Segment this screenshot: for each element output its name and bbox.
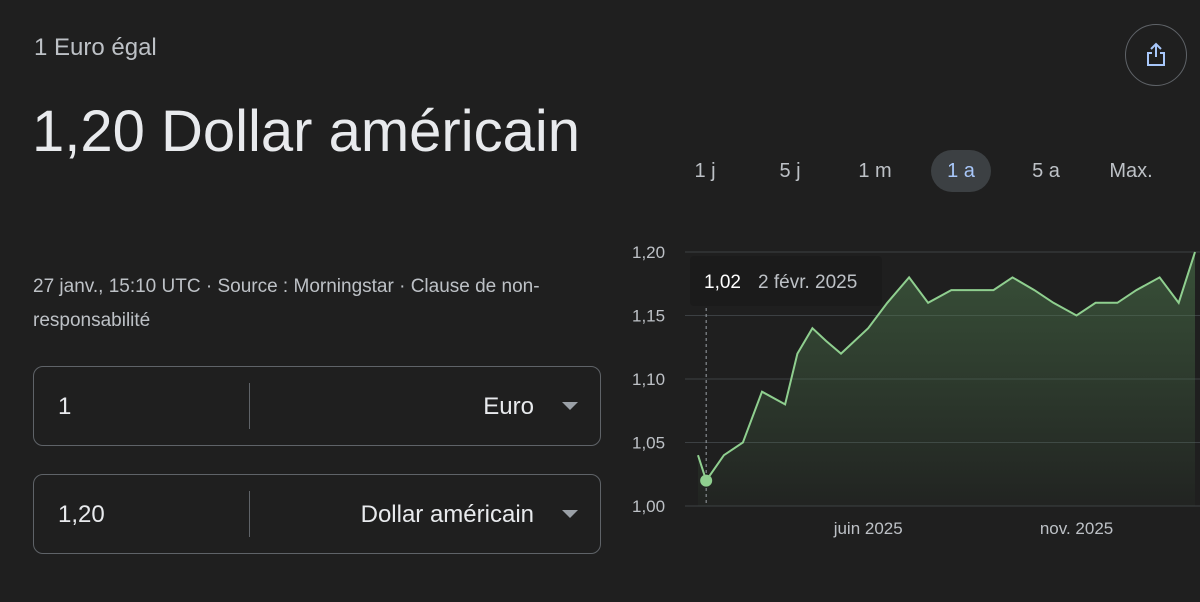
y-tick-label: 1,15 [632,307,665,326]
from-currency-box: 1 Euro [33,366,601,446]
hover-tooltip: 1,02 2 févr. 2025 [690,256,882,306]
tab-1m[interactable]: 1 m [845,150,905,192]
y-tick-label: 1,20 [632,243,665,262]
x-tick-label: juin 2025 [833,519,903,538]
share-button[interactable] [1125,24,1187,86]
source-meta: 27 janv., 15:10 UTC · Source : Morningst… [33,276,540,331]
tooltip-date: 2 févr. 2025 [758,272,857,293]
from-currency-select[interactable]: Euro [483,367,534,447]
to-divider [249,491,250,537]
exchange-rate-chart[interactable]: 1,201,151,101,051,00 juin 2025 nov. 2025 … [610,228,1200,548]
from-amount-input[interactable]: 1 [58,367,71,447]
tab-1y[interactable]: 1 a [931,150,991,192]
y-tick-label: 1,05 [632,434,665,453]
y-tick-label: 1,00 [632,497,665,516]
chevron-down-icon[interactable] [562,402,578,410]
rate-title: 1,20 Dollar américain [32,99,581,164]
tab-1d[interactable]: 1 j [675,150,735,192]
tab-5d[interactable]: 5 j [760,150,820,192]
share-icon [1147,42,1165,66]
equal-label: 1 Euro égal [34,34,157,61]
tab-5y[interactable]: 5 a [1016,150,1076,192]
to-currency-box: 1,20 Dollar américain [33,474,601,554]
range-tabs: 1 j 5 j 1 m 1 a 5 a Max. [660,150,1200,192]
from-divider [249,383,250,429]
tab-max[interactable]: Max. [1101,150,1161,192]
chevron-down-icon[interactable] [562,510,578,518]
y-tick-label: 1,10 [632,370,665,389]
tooltip-value: 1,02 [704,272,741,293]
hover-point [700,474,713,487]
to-amount-input[interactable]: 1,20 [58,475,105,555]
x-tick-label: nov. 2025 [1040,519,1113,538]
to-currency-select[interactable]: Dollar américain [361,475,534,555]
